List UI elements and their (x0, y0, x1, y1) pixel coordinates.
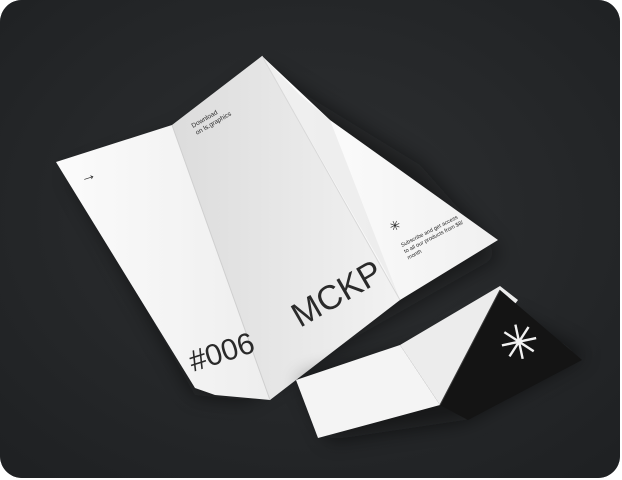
mockup-photo: → Download on ls.graphics MCKP #006 ✳ Su… (0, 0, 620, 478)
